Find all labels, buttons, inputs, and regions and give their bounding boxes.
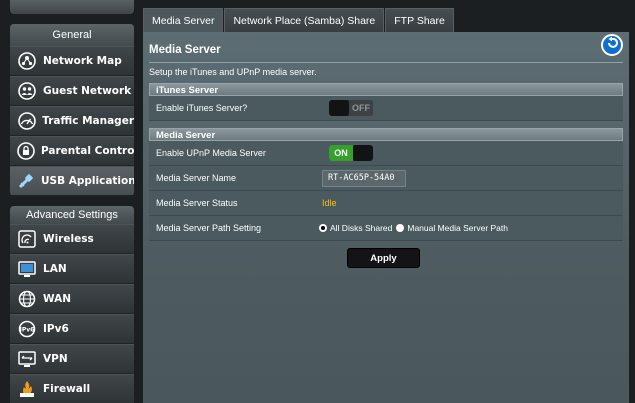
parental-controls-icon xyxy=(17,141,35,161)
sidebar-item-label: VPN xyxy=(43,353,68,365)
server-name-label: Media Server Name xyxy=(156,173,237,183)
upnp-enable-label: Enable UPnP Media Server xyxy=(156,148,266,158)
radio-dot xyxy=(396,224,405,232)
server-status-row: Media Server Status Idle xyxy=(149,191,623,216)
sidebar-item-guest-network[interactable]: Guest Network xyxy=(10,76,134,106)
network-map-icon xyxy=(17,51,37,71)
general-heading: General xyxy=(10,24,134,46)
media-server-section: Media Server Enable UPnP Media Server ON… xyxy=(149,128,623,241)
sidebar-item-label: LAN xyxy=(43,263,67,275)
server-name-input[interactable] xyxy=(322,169,406,187)
server-path-row: Media Server Path Setting All Disks Shar… xyxy=(149,216,623,241)
itunes-enable-label: Enable iTunes Server? xyxy=(156,103,248,113)
main-content: Media Server Network Place (Samba) Share… xyxy=(143,0,635,403)
usb-application-icon xyxy=(17,171,35,191)
wan-icon xyxy=(17,289,37,309)
sidebar-item-firewall[interactable]: Firewall xyxy=(10,374,134,403)
tab-media-server[interactable]: Media Server xyxy=(143,8,224,32)
toggle-on-text: ON xyxy=(329,145,353,161)
traffic-manager-icon xyxy=(17,111,36,131)
guest-network-icon xyxy=(17,81,37,101)
tab-samba-share[interactable]: Network Place (Samba) Share xyxy=(224,8,385,32)
radio-dot-selected xyxy=(319,224,327,232)
tab-bar: Media Server Network Place (Samba) Share… xyxy=(143,8,455,32)
toggle-knob xyxy=(353,145,373,161)
itunes-enable-row: Enable iTunes Server? OFF xyxy=(149,96,623,121)
back-arrow-icon xyxy=(605,36,619,55)
wireless-icon xyxy=(17,229,37,249)
sidebar-item-lan[interactable]: LAN xyxy=(10,254,134,284)
page-description: Setup the iTunes and UPnP media server. xyxy=(149,67,317,77)
media-section-heading: Media Server xyxy=(149,128,623,141)
itunes-section-heading: iTunes Server xyxy=(149,83,623,96)
server-name-row: Media Server Name xyxy=(149,166,623,191)
toggle-knob xyxy=(329,100,349,116)
sidebar-item-label: USB Application xyxy=(41,175,134,187)
sidebar-item-traffic-manager[interactable]: Traffic Manager xyxy=(10,106,134,136)
sidebar: General Network Map Guest Network Traffi… xyxy=(0,0,143,403)
radio-label: Manual Media Server Path xyxy=(407,223,508,233)
sidebar-item-label: Traffic Manager xyxy=(42,115,134,127)
sidebar-item-label: Wireless xyxy=(43,233,94,245)
advanced-menu-group: Advanced Settings Wireless LAN WAN IPv6 … xyxy=(10,206,134,403)
media-server-panel: Media Server Setup the iTunes and UPnP m… xyxy=(143,32,629,403)
sidebar-item-label: IPv6 xyxy=(43,323,69,335)
page-title: Media Server xyxy=(149,44,221,56)
sidebar-item-parental-controls[interactable]: Parental Controls xyxy=(10,136,134,166)
sidebar-item-wireless[interactable]: Wireless xyxy=(10,224,134,254)
itunes-section: iTunes Server Enable iTunes Server? OFF xyxy=(149,83,623,121)
apply-button[interactable]: Apply xyxy=(347,248,420,268)
sidebar-item-label: Firewall xyxy=(43,383,91,395)
toggle-off-text: OFF xyxy=(349,100,373,116)
server-status-label: Media Server Status xyxy=(156,198,238,208)
sidebar-item-label: Parental Controls xyxy=(41,145,134,157)
radio-label: All Disks Shared xyxy=(330,223,393,233)
sidebar-item-vpn[interactable]: VPN xyxy=(10,344,134,374)
firewall-icon xyxy=(17,379,37,399)
sidebar-item-wan[interactable]: WAN xyxy=(10,284,134,314)
sidebar-item-network-map[interactable]: Network Map xyxy=(10,46,134,76)
upnp-enable-row: Enable UPnP Media Server ON xyxy=(149,141,623,166)
server-path-label: Media Server Path Setting xyxy=(156,223,262,233)
radio-all-disks-shared[interactable]: All Disks Shared xyxy=(319,223,392,233)
itunes-toggle[interactable]: OFF xyxy=(329,100,373,116)
title-divider xyxy=(149,62,623,63)
ipv6-icon: IPv6 xyxy=(17,319,37,339)
server-status-value: Idle xyxy=(322,198,337,208)
vpn-icon xyxy=(17,349,37,369)
sidebar-top-stub xyxy=(10,0,134,14)
svg-text:IPv6: IPv6 xyxy=(20,327,35,334)
radio-manual-path[interactable]: Manual Media Server Path xyxy=(396,223,508,233)
sidebar-item-label: WAN xyxy=(43,293,72,305)
advanced-heading: Advanced Settings xyxy=(10,206,134,224)
sidebar-item-label: Guest Network xyxy=(43,85,132,97)
sidebar-item-usb-application[interactable]: USB Application xyxy=(10,166,134,196)
general-menu-group: General Network Map Guest Network Traffi… xyxy=(10,24,134,196)
sidebar-item-ipv6[interactable]: IPv6 IPv6 xyxy=(10,314,134,344)
sidebar-item-label: Network Map xyxy=(43,55,122,67)
back-button[interactable] xyxy=(601,34,623,56)
tab-ftp-share[interactable]: FTP Share xyxy=(385,8,454,32)
lan-icon xyxy=(17,259,37,279)
upnp-toggle[interactable]: ON xyxy=(329,145,373,161)
